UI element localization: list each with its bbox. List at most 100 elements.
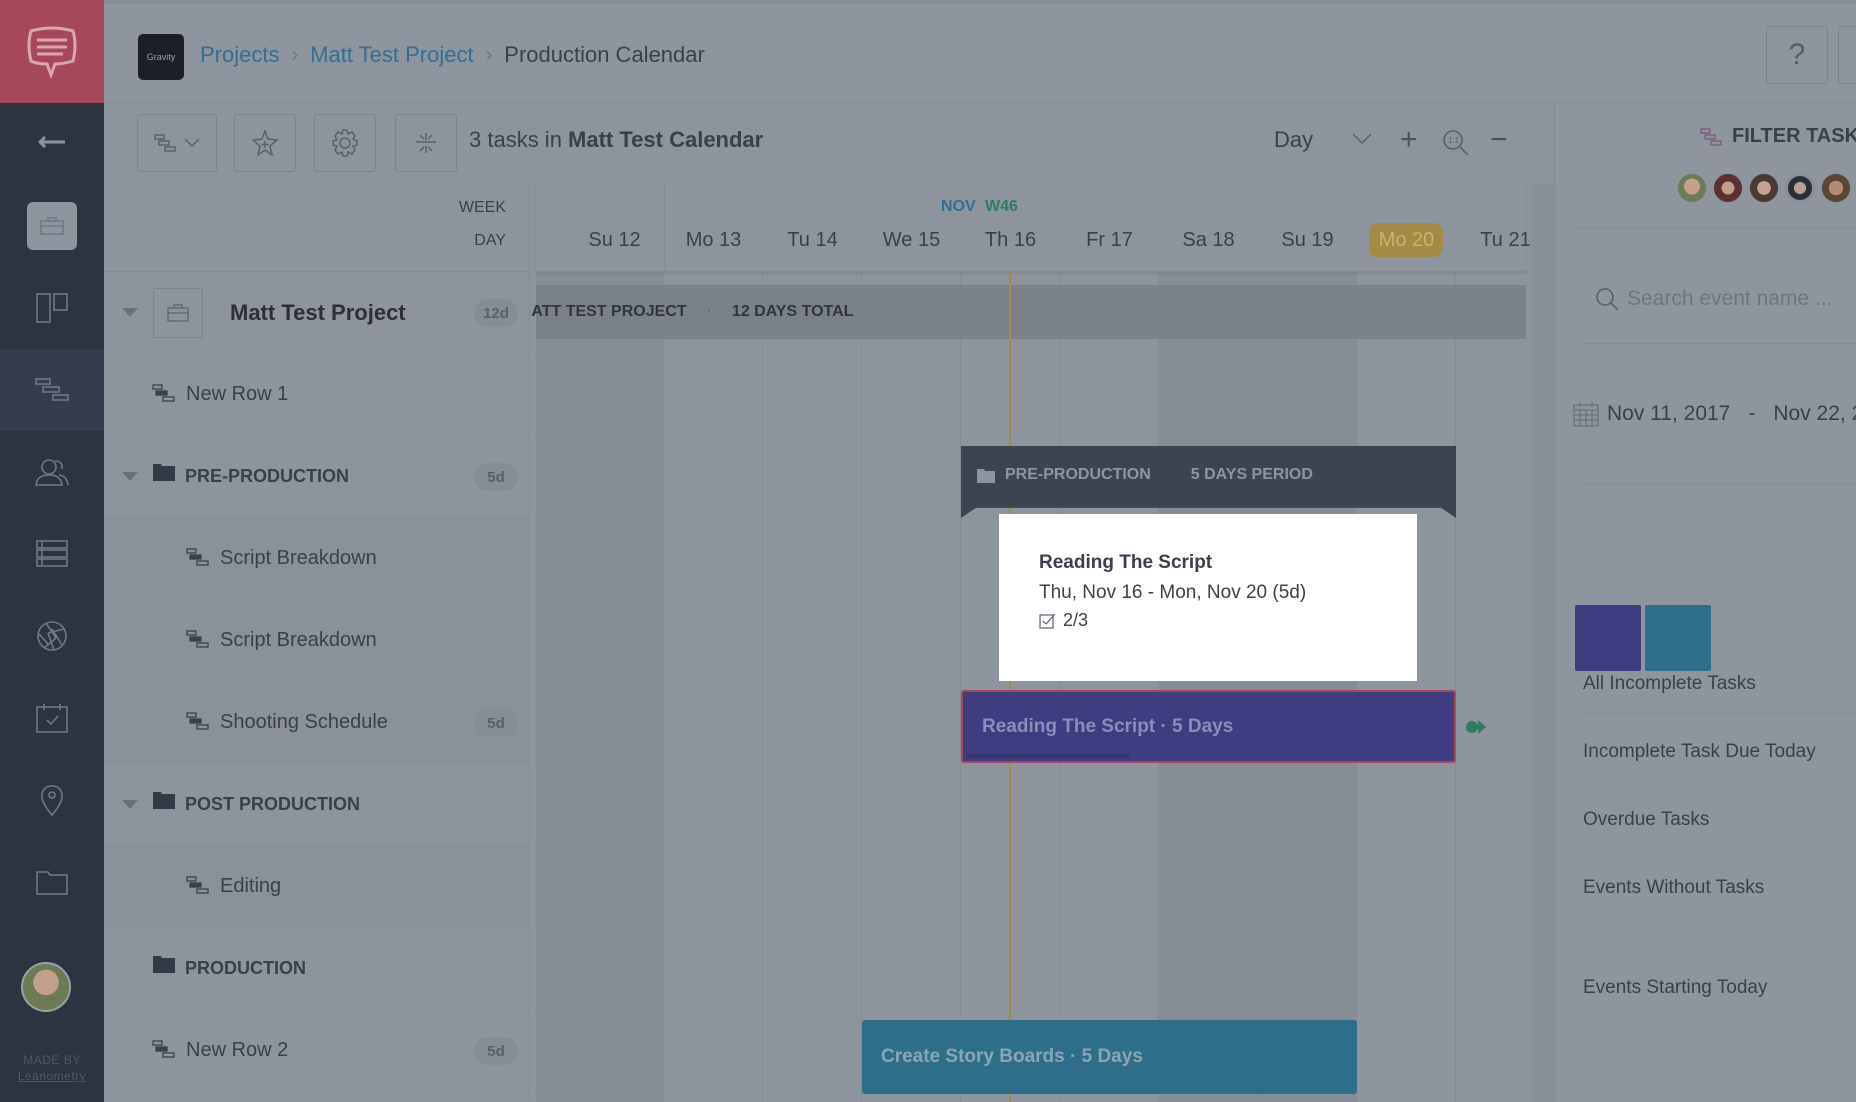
zoom-out-button[interactable]: −: [1490, 125, 1508, 155]
sidebar-item-locations[interactable]: [0, 759, 104, 841]
header-menu-button[interactable]: [1838, 26, 1856, 84]
folder-icon: [977, 468, 995, 483]
gantt-timeline: NOV W46 Su 12 Mo 13 Tu 14 We 15 Th 16 Fr 17 Sa…: [531, 183, 1531, 1102]
date-range-picker[interactable]: Nov 11, 2017 - Nov 22, 2017: [1573, 401, 1856, 427]
filter-panel: FILTER TASKS Nov 11, 2017 - Nov 22, 2017…: [1554, 103, 1856, 1102]
list-item[interactable]: Shooting Schedule 5d: [104, 682, 530, 764]
project-row[interactable]: Matt Test Project 12d: [104, 272, 530, 354]
quick-filter-item[interactable]: All Incomplete Tasks: [1583, 673, 1756, 695]
dependency-handle[interactable]: [1466, 720, 1486, 734]
made-by-credit: MADE BY Leanometry: [0, 1052, 104, 1084]
assignee-avatar[interactable]: [1785, 173, 1815, 203]
caret-down-icon[interactable]: [122, 800, 138, 809]
list-item[interactable]: New Row 2 5d: [104, 1010, 530, 1092]
tasks-summary: 3 tasks in Matt Test Calendar: [469, 127, 763, 153]
user-avatar[interactable]: [21, 962, 71, 1012]
day-label: Tu 14: [787, 229, 838, 251]
back-arrow-icon: [37, 135, 65, 149]
day-label: Tu 21: [1480, 229, 1531, 251]
sidebar-item-board[interactable]: [0, 267, 104, 349]
timeline-scrollbar[interactable]: [1531, 183, 1554, 1102]
made-by-company-link[interactable]: Leanometry: [0, 1068, 104, 1084]
group-bar-period: 5 DAYS PERIOD: [1190, 466, 1313, 483]
zoom-in-button[interactable]: +: [1400, 125, 1418, 155]
made-by-label: MADE BY: [23, 1053, 81, 1067]
folder-icon: [153, 955, 175, 978]
workspace-logo[interactable]: Gravity: [138, 34, 184, 80]
app-logo[interactable]: [0, 0, 104, 103]
sidebar-item-aperture[interactable]: [0, 595, 104, 677]
event-search: [1577, 263, 1856, 335]
quick-filter-item[interactable]: Overdue Tasks: [1583, 809, 1709, 831]
collapse-icon: [416, 133, 436, 153]
collapse-button[interactable]: [395, 114, 457, 172]
day-label: Sa 18: [1182, 229, 1235, 251]
folder-icon: [36, 871, 68, 895]
caret-down-icon[interactable]: [122, 308, 138, 317]
task-bar-create-story-boards[interactable]: Create Story Boards · 5 Days: [862, 1020, 1357, 1094]
list-item[interactable]: Editing: [104, 846, 530, 928]
separator-dot: ·: [706, 303, 712, 320]
date-from[interactable]: Nov 11, 2017: [1607, 402, 1730, 426]
duration-badge: 5d: [474, 1037, 518, 1065]
row-name: Shooting Schedule: [220, 711, 388, 733]
day-label: Su 12: [588, 229, 641, 251]
group-row[interactable]: PRODUCTION: [104, 928, 530, 1010]
quick-filter-item[interactable]: Events Without Tasks: [1583, 877, 1764, 899]
week-separator: [664, 183, 665, 272]
assignee-avatar[interactable]: [1821, 173, 1851, 203]
list-item[interactable]: Script Breakdown: [104, 600, 530, 682]
settings-button[interactable]: [314, 114, 376, 172]
sidebar-item-projects[interactable]: [0, 185, 104, 267]
quick-filter-item[interactable]: Incomplete Task Due Today: [1583, 741, 1816, 763]
gantt-icon: [35, 378, 69, 401]
favorite-button[interactable]: [234, 114, 296, 172]
filter-title-text: FILTER TASKS: [1732, 125, 1856, 147]
list-item[interactable]: New Row 1: [104, 354, 530, 436]
checkbox-icon: [1039, 613, 1056, 629]
caret-down-icon[interactable]: [122, 472, 138, 481]
duration-badge: 5d: [474, 463, 518, 491]
duration-badge: 5d: [474, 709, 518, 737]
assignee-avatar[interactable]: [1713, 173, 1743, 203]
assignee-avatar[interactable]: [1749, 173, 1779, 203]
week-row-label: WEEK: [458, 199, 506, 216]
color-swatch[interactable]: [1645, 605, 1711, 671]
sidebar-item-contacts[interactable]: [0, 431, 104, 513]
task-bar-reading-the-script[interactable]: Reading The Script · 5 Days: [961, 690, 1456, 763]
list-item[interactable]: Script Breakdown: [104, 518, 530, 600]
sidebar-item-list[interactable]: [0, 513, 104, 595]
help-button[interactable]: ?: [1766, 26, 1828, 84]
day-label: Th 16: [984, 229, 1037, 251]
grouping-dropdown-button[interactable]: [137, 114, 217, 172]
sidebar-back[interactable]: [0, 101, 104, 183]
gantt-icon: [1700, 127, 1722, 146]
sidebar-item-calendar[interactable]: [0, 677, 104, 759]
view-mode-select[interactable]: Day: [1274, 127, 1313, 153]
sidebar-item-gantt[interactable]: [0, 349, 104, 431]
color-swatch[interactable]: [1575, 605, 1641, 671]
zoom-reset-icon[interactable]: 1:1: [1442, 129, 1470, 157]
gantt-row-icon: [186, 630, 210, 653]
calendar-name: Matt Test Calendar: [568, 127, 764, 152]
day-label: Fr 17: [1086, 229, 1133, 251]
group-row[interactable]: PRE-PRODUCTION 5d: [104, 436, 530, 518]
date-to[interactable]: Nov 22, 2017: [1773, 402, 1856, 426]
row-name: Matt Test Project: [230, 299, 406, 325]
filter-tasks-title[interactable]: FILTER TASKS: [1700, 125, 1856, 148]
gantt-row-icon: [186, 548, 210, 571]
breadcrumb-project[interactable]: Matt Test Project: [310, 42, 473, 68]
group-summary-bar[interactable]: PRE-PRODUCTION 5 DAYS PERIOD: [961, 446, 1456, 518]
quick-filter-item[interactable]: Events Starting Today: [1583, 977, 1767, 999]
breadcrumb-projects[interactable]: Projects: [200, 42, 279, 68]
divider: [1581, 713, 1856, 714]
chevron-down-icon[interactable]: [1352, 133, 1372, 145]
assignee-avatar[interactable]: [1677, 173, 1707, 203]
row-name: Editing: [220, 875, 282, 897]
project-summary-bar[interactable]: MATT TEST PROJECT · 12 DAYS TOTAL: [531, 285, 1526, 339]
gantt-icon: [154, 134, 176, 152]
sidebar-item-files[interactable]: [0, 841, 104, 923]
briefcase-icon: [153, 288, 203, 338]
group-row[interactable]: POST PRODUCTION: [104, 764, 530, 846]
search-input[interactable]: [1627, 287, 1856, 311]
